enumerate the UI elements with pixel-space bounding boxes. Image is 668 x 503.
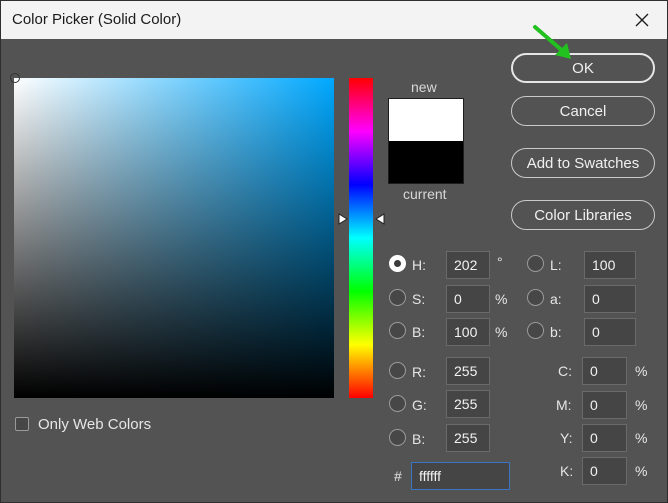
yellow-unit: % bbox=[635, 430, 648, 446]
hue-input[interactable]: 202 bbox=[446, 251, 490, 279]
magenta-unit: % bbox=[635, 397, 648, 413]
saturation-label: S: bbox=[412, 291, 426, 307]
color-field-cursor[interactable] bbox=[10, 73, 20, 83]
hue-slider-handle-right-icon[interactable] bbox=[375, 213, 385, 225]
cancel-button[interactable]: Cancel bbox=[511, 96, 655, 126]
green-label: G: bbox=[412, 397, 427, 413]
cyan-label: C: bbox=[558, 363, 572, 379]
hue-slider-handle-left-icon[interactable] bbox=[338, 213, 348, 225]
blue-input[interactable]: 255 bbox=[446, 424, 490, 452]
lightness-label: L: bbox=[550, 257, 562, 273]
a-channel-radio[interactable] bbox=[527, 289, 544, 306]
hue-label: H: bbox=[412, 257, 426, 273]
annotation-arrow-icon bbox=[533, 25, 571, 59]
lightness-input[interactable]: 100 bbox=[584, 251, 636, 279]
cyan-unit: % bbox=[635, 363, 648, 379]
a-channel-label: a: bbox=[550, 291, 562, 307]
close-button[interactable] bbox=[625, 5, 659, 35]
red-radio[interactable] bbox=[389, 362, 406, 379]
hue-unit: ° bbox=[497, 254, 503, 270]
current-color-label: current bbox=[403, 186, 447, 202]
brightness-label: B: bbox=[412, 324, 426, 340]
green-input[interactable]: 255 bbox=[446, 390, 490, 418]
b-channel-input[interactable]: 0 bbox=[584, 318, 636, 346]
only-web-colors-label: Only Web Colors bbox=[38, 416, 152, 433]
b-channel-label: b: bbox=[550, 324, 562, 340]
color-preview bbox=[388, 98, 464, 184]
b-channel-radio[interactable] bbox=[527, 322, 544, 339]
saturation-input[interactable]: 0 bbox=[446, 285, 490, 313]
lightness-radio[interactable] bbox=[527, 255, 544, 272]
add-to-swatches-button[interactable]: Add to Swatches bbox=[511, 148, 655, 178]
brightness-radio[interactable] bbox=[389, 322, 406, 339]
red-label: R: bbox=[412, 364, 426, 380]
window-title: Color Picker (Solid Color) bbox=[12, 11, 182, 28]
saturation-radio[interactable] bbox=[389, 289, 406, 306]
current-color-swatch[interactable] bbox=[389, 141, 463, 183]
yellow-label: Y: bbox=[560, 430, 573, 446]
saturation-unit: % bbox=[495, 291, 508, 307]
new-color-label: new bbox=[411, 79, 437, 95]
new-color-swatch bbox=[389, 99, 463, 141]
close-icon bbox=[635, 13, 649, 27]
green-radio[interactable] bbox=[389, 395, 406, 412]
yellow-input[interactable]: 0 bbox=[582, 424, 627, 452]
black-unit: % bbox=[635, 463, 648, 479]
color-picker-dialog: Color Picker (Solid Color) new current O… bbox=[0, 0, 668, 503]
brightness-input[interactable]: 100 bbox=[446, 318, 490, 346]
cyan-input[interactable]: 0 bbox=[582, 357, 627, 385]
hex-label: # bbox=[394, 468, 402, 484]
color-field[interactable] bbox=[14, 78, 334, 398]
blue-radio[interactable] bbox=[389, 429, 406, 446]
color-libraries-button[interactable]: Color Libraries bbox=[511, 200, 655, 230]
brightness-unit: % bbox=[495, 324, 508, 340]
a-channel-input[interactable]: 0 bbox=[584, 285, 636, 313]
red-input[interactable]: 255 bbox=[446, 357, 490, 385]
hue-radio[interactable] bbox=[389, 255, 406, 272]
only-web-colors-checkbox[interactable] bbox=[15, 417, 29, 431]
magenta-label: M: bbox=[556, 397, 572, 413]
hue-slider[interactable] bbox=[349, 78, 373, 398]
blue-label: B: bbox=[412, 431, 426, 447]
black-input[interactable]: 0 bbox=[582, 457, 627, 485]
magenta-input[interactable]: 0 bbox=[582, 391, 627, 419]
hex-input[interactable]: ffffff bbox=[411, 462, 510, 490]
black-label: K: bbox=[560, 463, 574, 479]
